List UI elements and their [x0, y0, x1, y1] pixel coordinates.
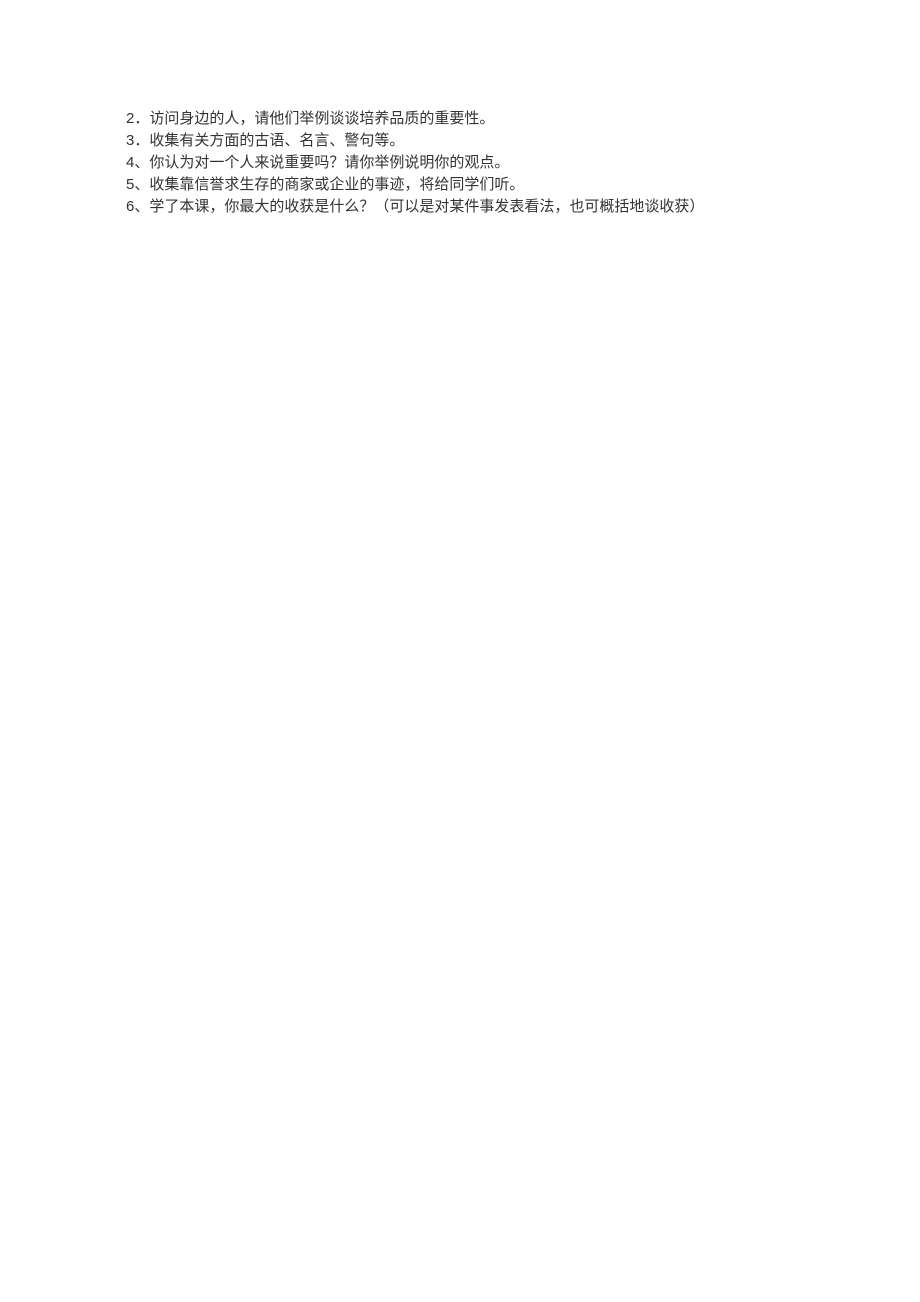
item-number: 4、	[126, 152, 149, 174]
list-item: 6、学了本课，你最大的收获是什么？（可以是对某件事发表看法，也可概括地谈收获）	[126, 196, 840, 218]
item-number: 3．	[126, 130, 149, 152]
item-text: 访问身边的人，请他们举例谈谈培养品质的重要性。	[149, 110, 494, 127]
item-number: 6、	[126, 196, 149, 218]
item-text: 收集有关方面的古语、名言、警句等。	[149, 132, 404, 149]
item-text: 你认为对一个人来说重要吗？请你举例说明你的观点。	[149, 154, 509, 171]
item-number: 5、	[126, 174, 149, 196]
item-text: 收集靠信誉求生存的商家或企业的事迹，将给同学们听。	[149, 176, 524, 193]
list-item: 2．访问身边的人，请他们举例谈谈培养品质的重要性。	[126, 108, 840, 130]
list-item: 5、收集靠信誉求生存的商家或企业的事迹，将给同学们听。	[126, 174, 840, 196]
list-item: 4、你认为对一个人来说重要吗？请你举例说明你的观点。	[126, 152, 840, 174]
item-text: 学了本课，你最大的收获是什么？（可以是对某件事发表看法，也可概括地谈收获）	[149, 198, 704, 215]
document-page: 2．访问身边的人，请他们举例谈谈培养品质的重要性。 3．收集有关方面的古语、名言…	[0, 0, 920, 218]
item-number: 2．	[126, 108, 149, 130]
list-item: 3．收集有关方面的古语、名言、警句等。	[126, 130, 840, 152]
